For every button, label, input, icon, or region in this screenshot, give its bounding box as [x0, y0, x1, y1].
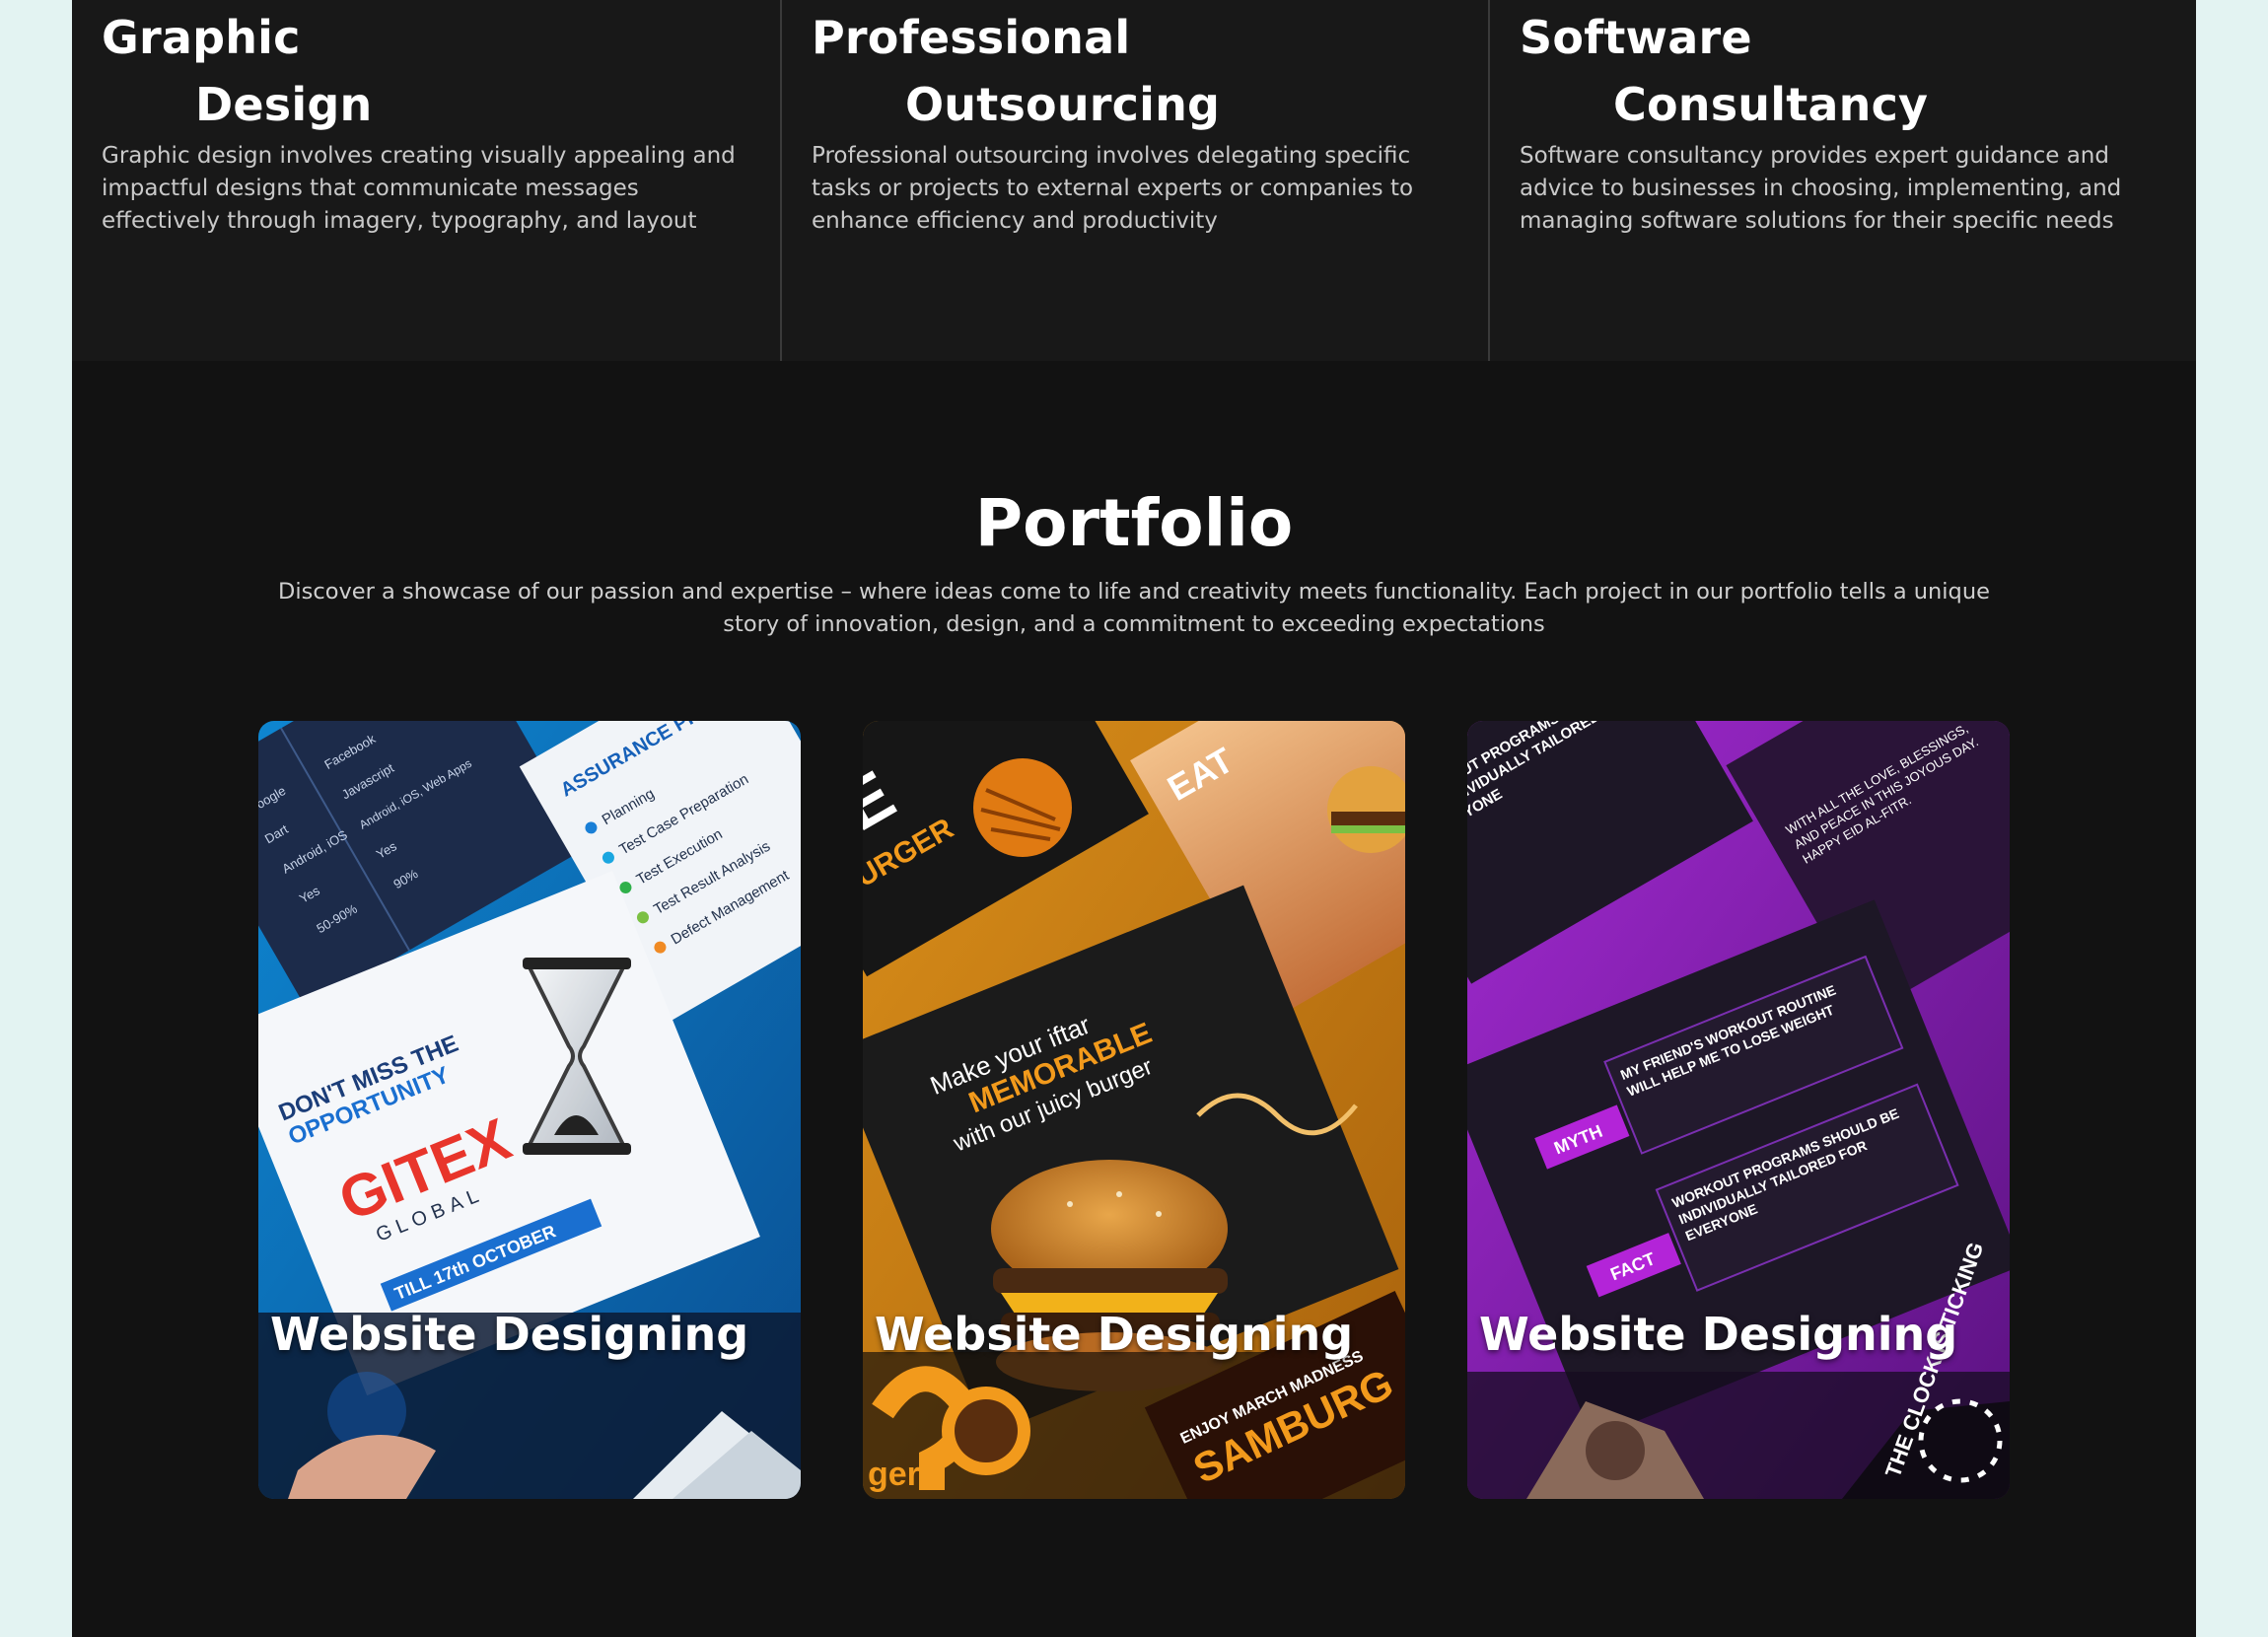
service-title-line2: Design — [195, 78, 373, 131]
portfolio-artwork-blue: Google Dart Android, iOS Yes 50-90% Face… — [258, 721, 801, 1499]
portfolio-description: Discover a showcase of our passion and e… — [278, 579, 1990, 637]
portfolio-grid: Google Dart Android, iOS Yes 50-90% Face… — [258, 721, 2010, 1499]
svg-text:ger: ger — [868, 1456, 920, 1493]
service-description: Professional outsourcing involves delega… — [812, 143, 1414, 234]
service-graphic-design: Graphic Design Graphic design involves c… — [72, 0, 780, 361]
portfolio-card-purple[interactable]: WORKOUT PROGRAMS SHOULD BE INDIVIDUALLY … — [1467, 721, 2010, 1499]
service-professional-outsourcing: Professional Outsourcing Professional ou… — [780, 0, 1488, 361]
portfolio-title: Portfolio — [974, 485, 1294, 561]
portfolio-card-orange[interactable]: VE BURGER EAT Make your iftar MEMORABLE — [863, 721, 1405, 1499]
service-title: Software Consultancy — [1520, 4, 2166, 138]
service-title-line1: Software — [1520, 11, 1752, 64]
portfolio-card-label: Website Designing — [875, 1308, 1354, 1361]
service-title-line2: Consultancy — [1613, 78, 1929, 131]
portfolio-card-label: Website Designing — [270, 1308, 749, 1361]
service-title: Graphic Design — [102, 4, 750, 138]
service-software-consultancy: Software Consultancy Software consultanc… — [1488, 0, 2196, 361]
service-description: Software consultancy provides expert gui… — [1520, 143, 2122, 234]
portfolio-card-label: Website Designing — [1479, 1308, 1958, 1361]
services-section: Graphic Design Graphic design involves c… — [72, 0, 2196, 361]
service-title: Professional Outsourcing — [812, 4, 1458, 138]
service-title-line2: Outsourcing — [905, 78, 1221, 131]
service-description: Graphic design involves creating visuall… — [102, 143, 736, 234]
portfolio-artwork-orange: VE BURGER EAT Make your iftar MEMORABLE — [863, 721, 1405, 1499]
service-title-line1: Professional — [812, 11, 1131, 64]
service-title-line1: Graphic — [102, 11, 301, 64]
page: Graphic Design Graphic design involves c… — [72, 0, 2196, 1637]
portfolio-artwork-purple: WORKOUT PROGRAMS SHOULD BE INDIVIDUALLY … — [1467, 721, 2010, 1499]
portfolio-card-blue[interactable]: Google Dart Android, iOS Yes 50-90% Face… — [258, 721, 801, 1499]
